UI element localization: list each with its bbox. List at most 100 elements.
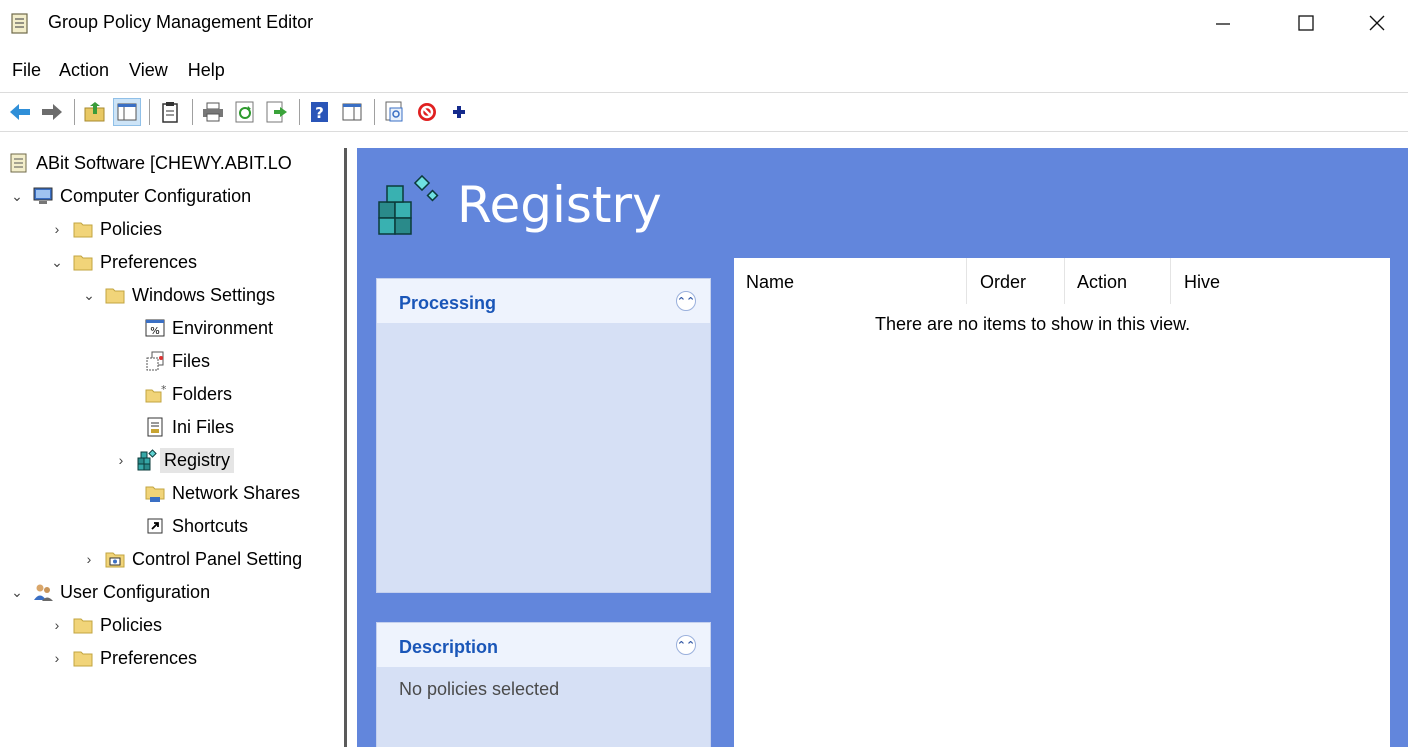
menu-file[interactable]: File	[0, 56, 49, 86]
preview-button[interactable]	[381, 98, 409, 126]
properties-button[interactable]	[338, 98, 366, 126]
maximize-button[interactable]	[1276, 0, 1336, 46]
refresh-button[interactable]	[231, 98, 259, 126]
up-level-button[interactable]	[81, 98, 109, 126]
tree-item-environment[interactable]: % Environment	[144, 313, 273, 343]
minimize-icon	[1216, 23, 1230, 25]
column-header-order[interactable]: Order	[980, 268, 1026, 296]
tree-item-cc-policies[interactable]: › Policies	[48, 214, 162, 244]
tree-item-ini-files[interactable]: Ini Files	[144, 412, 234, 442]
policy-document-icon	[11, 13, 28, 34]
title-bar: Group Policy Management Editor	[0, 0, 1408, 48]
column-header-hive[interactable]: Hive	[1184, 268, 1220, 296]
column-header-action[interactable]: Action	[1077, 268, 1127, 296]
print-button[interactable]	[199, 98, 227, 126]
help-icon: ?	[311, 102, 328, 122]
chevron-down-icon[interactable]: ⌄	[8, 187, 26, 205]
tree-item-label: Ini Files	[172, 416, 235, 437]
chevron-down-icon[interactable]: ⌄	[8, 583, 26, 601]
menu-action[interactable]: Action	[51, 56, 117, 86]
chevron-right-icon[interactable]: ›	[48, 616, 66, 634]
tree-item-label: ABit Software [CHEWY.ABIT.LO	[36, 152, 292, 173]
menu-help[interactable]: Help	[180, 56, 233, 86]
show-hide-tree-button[interactable]	[113, 98, 141, 126]
tree-item-label: Network Shares	[172, 482, 301, 503]
minimize-button[interactable]	[1193, 0, 1253, 46]
chevron-right-icon[interactable]: ›	[112, 451, 130, 469]
description-panel: Description ⌃⌃ No policies selected	[376, 622, 711, 747]
close-button[interactable]	[1347, 0, 1407, 46]
policy-document-icon	[10, 153, 27, 173]
processing-panel-header: Processing ⌃⌃	[377, 279, 710, 323]
forward-button[interactable]	[38, 98, 66, 126]
chevron-right-icon[interactable]: ›	[48, 649, 66, 667]
tree-item-windows-settings[interactable]: ⌄ Windows Settings	[80, 280, 275, 310]
folder-icon	[73, 222, 93, 238]
processing-panel: Processing ⌃⌃	[376, 278, 711, 593]
help-button[interactable]: ?	[306, 98, 334, 126]
collapse-description-button[interactable]: ⌃⌃	[676, 635, 696, 655]
tree-item-root[interactable]: ABit Software [CHEWY.ABIT.LO	[8, 148, 292, 178]
collapse-processing-button[interactable]: ⌃⌃	[676, 291, 696, 311]
tree-item-user-configuration[interactable]: ⌄ User Configuration	[8, 577, 210, 607]
close-icon	[1369, 15, 1385, 31]
toolbar-separator	[74, 99, 75, 125]
menu-bar: File Action View Help	[0, 56, 237, 86]
tree-item-cc-preferences[interactable]: ⌄ Preferences	[48, 247, 197, 277]
description-panel-header: Description ⌃⌃	[377, 623, 710, 667]
tree-item-label: Control Panel Setting	[132, 548, 303, 569]
stop-button[interactable]	[413, 98, 441, 126]
add-icon	[453, 106, 465, 118]
toolbar-separator	[374, 99, 375, 125]
tree-item-network-shares[interactable]: Network Shares	[144, 478, 300, 508]
clipboard-button[interactable]	[156, 98, 184, 126]
tree-item-label: User Configuration	[60, 581, 211, 602]
maximize-icon	[1298, 15, 1314, 31]
chevron-down-icon[interactable]: ⌄	[48, 253, 66, 271]
folder-icon	[73, 618, 93, 634]
double-chevron-up-icon: ⌃⌃	[676, 295, 696, 308]
tree-item-folders[interactable]: * Folders	[144, 379, 232, 409]
control-panel-icon	[105, 552, 125, 568]
preview-icon	[385, 101, 403, 122]
column-divider[interactable]	[966, 258, 967, 304]
details-pane: Registry Processing ⌃⌃ Description ⌃⌃ No…	[357, 148, 1408, 747]
tree-item-label: Windows Settings	[132, 284, 276, 305]
chevron-right-icon[interactable]: ›	[80, 550, 98, 568]
tree-item-uc-policies[interactable]: › Policies	[48, 610, 162, 640]
column-header-name[interactable]: Name	[746, 268, 794, 296]
chevron-right-icon[interactable]: ›	[48, 220, 66, 238]
double-chevron-up-icon: ⌃⌃	[676, 639, 696, 652]
chevron-down-icon[interactable]: ⌄	[80, 286, 98, 304]
environment-icon: %	[145, 319, 165, 337]
forward-arrow-icon	[42, 104, 62, 120]
registry-list-view[interactable]: Name Order Action Hive There are no item…	[734, 258, 1390, 747]
tree-item-computer-configuration[interactable]: ⌄ Computer Configuration	[8, 181, 251, 211]
tree-item-files[interactable]: Files	[144, 346, 210, 376]
back-button[interactable]	[6, 98, 34, 126]
ini-file-icon	[147, 417, 163, 437]
stop-icon	[418, 103, 436, 121]
pane-splitter[interactable]	[344, 148, 347, 747]
tree-item-label: Policies	[100, 218, 163, 239]
tree-item-shortcuts[interactable]: Shortcuts	[144, 511, 248, 541]
tree-item-label: Computer Configuration	[60, 185, 252, 206]
network-share-icon	[145, 486, 165, 502]
tree-item-uc-preferences[interactable]: › Preferences	[48, 643, 197, 673]
tree-item-control-panel-settings[interactable]: › Control Panel Setting	[80, 544, 302, 574]
tree-item-label: Shortcuts	[172, 515, 249, 536]
menu-view[interactable]: View	[121, 56, 176, 86]
show-hide-tree-icon	[117, 103, 137, 121]
registry-icon	[378, 174, 439, 235]
export-list-button[interactable]	[263, 98, 291, 126]
folder-icon	[73, 651, 93, 667]
folders-icon: *	[145, 383, 166, 403]
column-divider[interactable]	[1064, 258, 1065, 304]
tree-item-registry[interactable]: › Registry	[112, 445, 235, 475]
tree-item-label: Environment	[172, 317, 274, 338]
up-folder-icon	[84, 102, 105, 122]
tree-item-label: Preferences	[100, 647, 198, 668]
computer-icon	[33, 187, 53, 204]
add-button[interactable]	[445, 98, 473, 126]
column-divider[interactable]	[1170, 258, 1171, 304]
